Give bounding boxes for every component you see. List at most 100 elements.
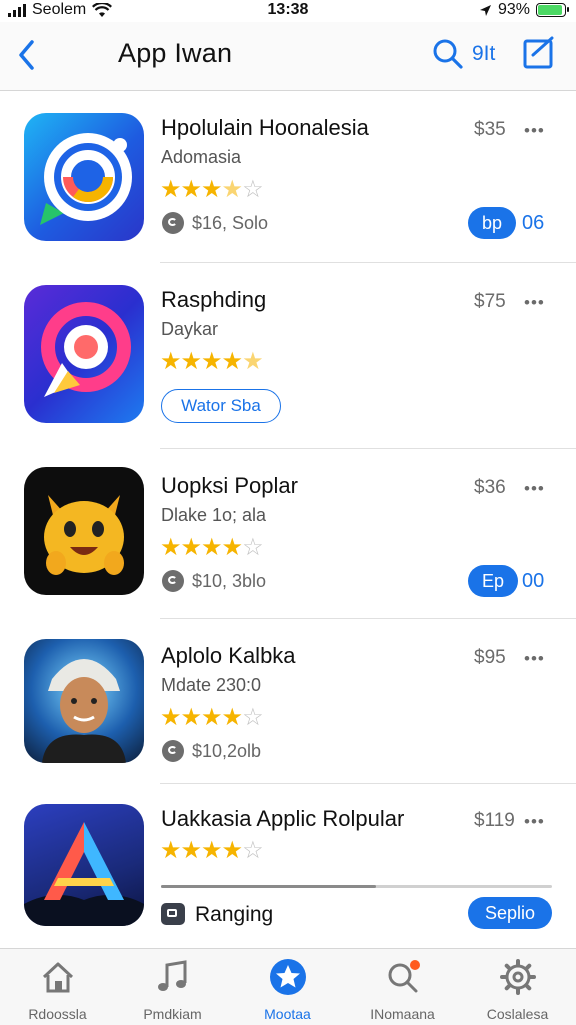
app-price: $35 xyxy=(474,119,506,140)
battery-fill xyxy=(538,5,563,15)
sort-button[interactable]: 9It xyxy=(472,42,495,66)
app-meta-text: $16, Solo xyxy=(192,212,269,233)
get-button[interactable]: bp xyxy=(468,207,517,239)
app-price: $36 xyxy=(474,477,506,498)
star-icon: ★ xyxy=(160,534,181,561)
app-price: $119 xyxy=(474,810,515,831)
app-subtitle: Daykar xyxy=(161,319,219,339)
app-name: Aplolo Kalbka xyxy=(161,643,296,668)
action-count: 00 xyxy=(522,570,545,592)
nav-bar: App Iwan 9It xyxy=(0,22,576,91)
gear-icon xyxy=(499,959,536,995)
page-title: App Iwan xyxy=(118,38,233,68)
app-price: $75 xyxy=(474,291,506,312)
ranking-icon xyxy=(161,903,185,925)
star-icon: ★ xyxy=(201,176,222,203)
tab-label: Mootaa xyxy=(264,1006,311,1022)
get-button[interactable]: Ep xyxy=(468,565,519,597)
more-options-icon[interactable]: ••• xyxy=(524,649,545,669)
star-icon: ★ xyxy=(180,176,202,203)
star-icon: ★ xyxy=(201,704,222,731)
star-icon: ☆ xyxy=(242,176,263,203)
tab-label: Pmdkiam xyxy=(143,1006,202,1022)
star-icon: ★ xyxy=(160,348,181,375)
music-icon xyxy=(157,960,186,991)
tab-settings[interactable]: Coslalesa xyxy=(460,957,575,1023)
list-item[interactable]: Uopksi Poplar Dlake 1o; ala ★★★★☆ $10, 3… xyxy=(0,449,576,619)
tab-featured[interactable]: Mootaa xyxy=(230,957,345,1023)
tab-music[interactable]: Pmdkiam xyxy=(115,957,230,1023)
star-icon: ☆ xyxy=(242,534,263,561)
star-icon: ☆ xyxy=(242,837,263,864)
progress-fill xyxy=(161,885,377,888)
star-icon: ☆ xyxy=(242,704,263,731)
tab-home[interactable]: Rdoossla xyxy=(0,957,115,1023)
more-options-icon[interactable]: ••• xyxy=(524,479,545,499)
app-subtitle: Mdate 230:0 xyxy=(161,675,262,695)
app-icon-portrait[interactable] xyxy=(24,639,144,763)
star-icon: ★ xyxy=(221,704,243,731)
tab-label: INomaana xyxy=(370,1006,435,1022)
app-meta-text: $10, 3blo xyxy=(192,570,267,591)
list-item[interactable]: Rasphding Daykar ★★★★★ Wator Sba $75 ••• xyxy=(0,263,576,449)
comment-icon xyxy=(162,740,184,762)
seplio-button[interactable]: Seplio xyxy=(468,897,552,929)
home-icon xyxy=(42,962,73,993)
comment-icon xyxy=(162,570,184,592)
app-icon-camera[interactable] xyxy=(24,285,144,423)
status-right: 93% xyxy=(479,1,569,19)
star-icon: ★ xyxy=(201,837,222,864)
star-icon: ★ xyxy=(160,837,181,864)
search-icon xyxy=(388,960,420,993)
comment-icon xyxy=(162,212,184,234)
back-chevron-icon[interactable] xyxy=(14,38,42,72)
tab-search[interactable]: INomaana xyxy=(345,957,460,1023)
app-price: $95 xyxy=(474,647,506,668)
more-options-icon[interactable]: ••• xyxy=(524,121,545,141)
star-icon xyxy=(269,959,306,995)
status-bar: Seolem 13:38 93% xyxy=(0,0,576,22)
star-rating: ★★★★★ xyxy=(160,347,264,376)
star-icon: ★ xyxy=(180,837,202,864)
star-icon: ★ xyxy=(180,348,202,375)
list-item[interactable]: Aplolo Kalbka Mdate 230:0 ★★★★☆ $10,2olb… xyxy=(0,619,576,784)
app-icon-chat[interactable] xyxy=(24,113,144,241)
tab-label: Coslalesa xyxy=(486,1006,549,1022)
star-icon: ★ xyxy=(180,534,202,561)
star-icon: ★ xyxy=(180,704,202,731)
app-name: Uopksi Poplar xyxy=(161,473,298,498)
app-name: Hpolulain Hoonalesia xyxy=(161,115,369,140)
app-subtitle: Dlake 1o; ala xyxy=(161,505,267,525)
download-progress xyxy=(161,885,552,888)
battery-percent: 93% xyxy=(497,1,530,18)
app-meta-text: $10,2olb xyxy=(192,740,262,761)
star-icon: ★ xyxy=(201,534,222,561)
ranking-label: Ranging xyxy=(195,903,274,926)
list-item[interactable]: Uakkasia Applic Rolpular ★★★★☆ Ranging $… xyxy=(0,784,576,946)
star-icon: ★ xyxy=(160,176,181,203)
star-icon: ★ xyxy=(201,348,222,375)
battery-icon xyxy=(536,3,569,17)
star-rating: ★★★★☆ xyxy=(160,175,264,204)
star-icon: ★ xyxy=(221,534,243,561)
star-rating: ★★★★☆ xyxy=(160,836,264,865)
star-rating: ★★★★☆ xyxy=(160,533,264,562)
star-icon: ★ xyxy=(242,348,263,375)
app-meta: $16, Solo xyxy=(162,212,268,234)
app-meta: $10,2olb xyxy=(162,740,261,762)
wator-button[interactable]: Wator Sba xyxy=(161,389,281,423)
star-icon: ★ xyxy=(221,837,243,864)
app-icon-triangle[interactable] xyxy=(24,804,144,926)
tab-bar: Rdoossla Pmdkiam Mootaa INomaana Coslale… xyxy=(0,948,576,1025)
app-name: Rasphding xyxy=(161,287,267,312)
app-icon-monster[interactable] xyxy=(24,467,144,595)
star-icon: ★ xyxy=(221,348,243,375)
star-icon: ★ xyxy=(221,176,243,203)
star-rating: ★★★★☆ xyxy=(160,703,264,732)
more-options-icon[interactable]: ••• xyxy=(524,293,545,313)
search-icon[interactable] xyxy=(430,36,466,72)
more-options-icon[interactable]: ••• xyxy=(524,812,545,832)
app-subtitle: Adomasia xyxy=(161,147,242,167)
list-item[interactable]: Hpolulain Hoonalesia Adomasia ★★★★☆ $16,… xyxy=(0,91,576,263)
edit-icon[interactable] xyxy=(522,36,556,70)
